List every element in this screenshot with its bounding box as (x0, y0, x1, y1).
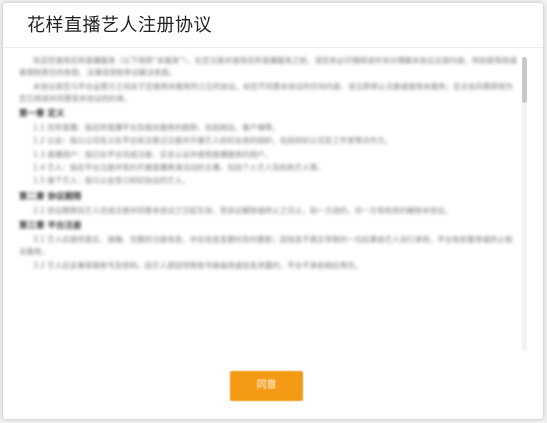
agreement-dialog: 花样直播艺人注册协议 欢迎您使用花样直播服务（以下简称“本服务”），在您注册并使… (3, 3, 543, 419)
agreement-paragraph: 3.1 艺人应提供真实、准确、完整的注册信息，并在信息变更时及时更新；因信息不真… (19, 234, 513, 257)
agree-button[interactable]: 同意 (230, 371, 303, 401)
title-divider (3, 47, 543, 48)
agreement-section-heading: 第三章 平台注册 (19, 220, 82, 231)
agreement-paragraph: 1.4 艺人：指在平台注册并签约开展直播表演活动的主播，包括个人艺人及机构艺人等… (33, 163, 325, 173)
agreement-text[interactable]: 欢迎您使用花样直播服务（以下简称“本服务”），在您注册并使用花样直播服务之前，请… (19, 55, 519, 355)
agreement-paragraph: 1.5 旗下艺人：指与公会签订经纪协议的艺人。 (33, 176, 190, 186)
scrollbar-thumb[interactable] (522, 57, 527, 103)
dialog-title: 花样直播艺人注册协议 (27, 15, 212, 36)
agreement-paragraph: 1.2 公会：指以公司名义在平台依法登记注册并开展艺人经纪业务的组织，包括经纪公… (33, 136, 393, 146)
agreement-paragraph: 1.1 花样直播：指花样直播平台及相关服务的统称，包括网站、客户端等。 (33, 123, 280, 133)
agreement-paragraph: 2.1 协议期限自艺人完成注册并同意本协议之日起生效，至协议解除或终止之日止。如… (33, 205, 453, 215)
agreement-section-heading: 第一章 定义 (19, 109, 65, 120)
agreement-paragraph: 1.3 直播用户：指已在平台完成注册、实名认证并使用直播服务的用户。 (33, 149, 273, 159)
agreement-section-heading: 第二章 协议期限 (19, 191, 82, 202)
scrollbar[interactable] (522, 57, 527, 351)
agreement-paragraph: 本协议是您与平台运营方之间关于您使用本服务所订立的协议。如您不同意本协议的任何内… (19, 81, 513, 103)
agreement-paragraph: 欢迎您使用花样直播服务（以下简称“本服务”），在您注册并使用花样直播服务之前，请… (19, 56, 518, 78)
agreement-paragraph: 3.2 艺人应妥善保管账号及密码，因艺人原因导致账号被盗用或信息泄露的，平台不承… (33, 260, 363, 270)
